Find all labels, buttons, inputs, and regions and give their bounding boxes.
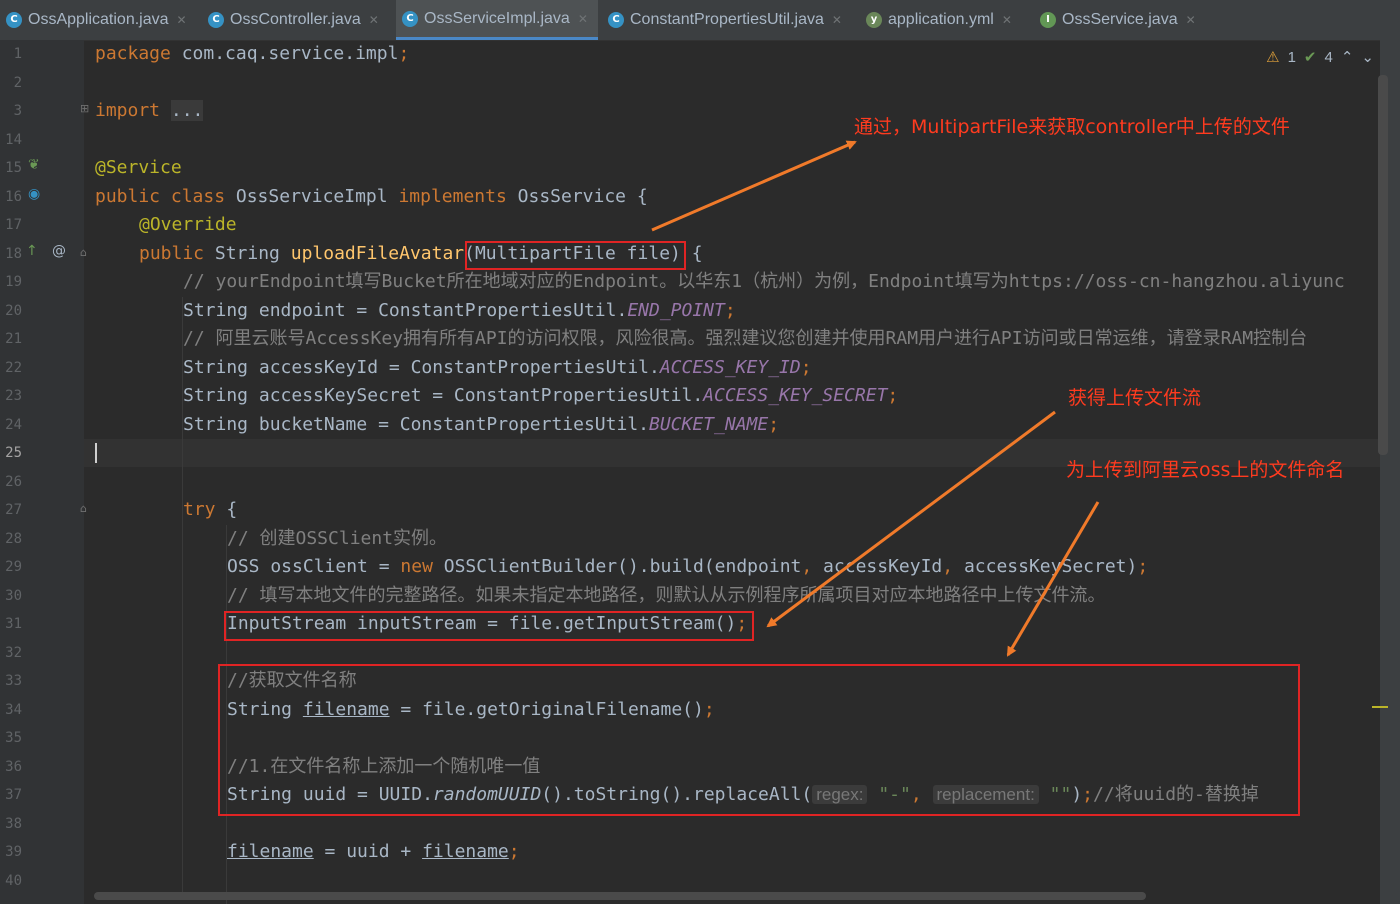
close-icon[interactable]: ✕: [1002, 13, 1012, 27]
line-number: 40: [5, 873, 22, 889]
line-number: 37: [5, 787, 22, 803]
tab-label: OssController.java: [230, 11, 361, 28]
check-count: 4: [1324, 48, 1333, 66]
line-number: 38: [5, 816, 22, 832]
warning-count: 1: [1287, 48, 1296, 66]
line-number: 21: [5, 331, 22, 347]
tab-label: OssApplication.java: [28, 11, 169, 28]
spring-bean-icon[interactable]: ❦: [28, 157, 40, 173]
line-number: 29: [5, 559, 22, 575]
line-number: 3: [13, 103, 22, 119]
code-line: package com.caq.service.impl;: [95, 43, 410, 64]
line-number: 30: [5, 588, 22, 604]
close-icon[interactable]: ✕: [177, 13, 187, 27]
close-icon[interactable]: ✕: [832, 13, 842, 27]
code-line: public class OssServiceImpl implements O…: [95, 186, 648, 207]
class-icon: C: [608, 12, 624, 28]
line-number: 24: [5, 417, 22, 433]
line-number-gutter: 1 2 3 14 15 16 17 18 19 20 21 22 23 24 2…: [0, 40, 89, 904]
interface-icon: I: [1040, 12, 1056, 28]
line-number: 25: [5, 445, 22, 461]
vertical-scrollbar[interactable]: [1378, 75, 1388, 455]
line-number: 32: [5, 645, 22, 661]
class-icon: C: [402, 10, 418, 27]
line-number: 18: [5, 246, 22, 262]
code-line: // 创建OSSClient实例。: [227, 528, 448, 549]
override-marker-icon[interactable]: @: [52, 243, 66, 259]
line-number: 2: [13, 75, 22, 91]
code-line: // 填写本地文件的完整路径。如果未指定本地路径，则默认从示例程序所属项目对应本…: [227, 585, 1106, 606]
line-number: 31: [5, 616, 22, 632]
code-line: // yourEndpoint填写Bucket所在地域对应的Endpoint。以…: [183, 271, 1345, 292]
tab-oss-application[interactable]: C OssApplication.java ✕: [0, 0, 198, 40]
tab-label: OssService.java: [1062, 11, 1178, 28]
tab-constant-properties-util[interactable]: C ConstantPropertiesUtil.java ✕: [602, 0, 856, 40]
close-icon[interactable]: ✕: [1186, 13, 1196, 27]
line-number: 23: [5, 388, 22, 404]
line-number: 36: [5, 759, 22, 775]
line-number: 1: [13, 46, 22, 62]
line-number: 14: [5, 132, 22, 148]
annotation-note-filename: 为上传到阿里云oss上的文件命名: [1066, 459, 1345, 481]
line-number: 28: [5, 531, 22, 547]
highlight-box-inputstream: [224, 611, 754, 641]
code-line: import ...: [95, 100, 204, 121]
horizontal-scrollbar[interactable]: [94, 892, 1146, 900]
line-number: 39: [5, 844, 22, 860]
code-line: // 阿里云账号AccessKey拥有所有API的访问权限，风险很高。强烈建议您…: [183, 328, 1308, 349]
highlight-box-filename: [218, 664, 1300, 816]
line-number: 33: [5, 673, 22, 689]
line-number: 19: [5, 274, 22, 290]
close-icon[interactable]: ✕: [369, 13, 379, 27]
annotation-note-stream: 获得上传文件流: [1068, 387, 1202, 409]
tab-application-yml[interactable]: y application.yml ✕: [860, 0, 1032, 40]
folded-imports[interactable]: ...: [170, 100, 204, 121]
tab-oss-controller[interactable]: C OssController.java ✕: [202, 0, 394, 40]
line-number: 16: [5, 189, 22, 205]
code-line: String accessKeyId = ConstantPropertiesU…: [183, 357, 812, 378]
line-number: 20: [5, 303, 22, 319]
line-number: 35: [5, 730, 22, 746]
line-number: 17: [5, 217, 22, 233]
tab-label: ConstantPropertiesUtil.java: [630, 11, 824, 28]
code-line: @Override: [139, 214, 237, 235]
error-stripe-marker[interactable]: [1372, 706, 1388, 708]
editor-tab-bar: C OssApplication.java ✕ C OssController.…: [0, 0, 1400, 41]
line-number: 15: [5, 160, 22, 176]
tab-label: OssServiceImpl.java: [424, 9, 570, 27]
line-number: 34: [5, 702, 22, 718]
annotation-note-multipart: 通过，MultipartFile来获取controller中上传的文件: [854, 116, 1290, 138]
text-caret: [95, 443, 97, 463]
code-line: @Service: [95, 157, 182, 178]
spring-bean-icon[interactable]: ◉: [28, 186, 40, 202]
chevron-down-icon[interactable]: ⌄: [1361, 48, 1374, 66]
tab-label: application.yml: [888, 11, 994, 28]
check-icon: ✔: [1303, 49, 1317, 66]
implements-icon[interactable]: ↑: [26, 243, 38, 259]
tab-oss-service[interactable]: I OssService.java ✕: [1034, 0, 1204, 40]
highlight-box-param: [465, 241, 686, 270]
line-number: 27: [5, 502, 22, 518]
spring-class-icon: C: [6, 12, 22, 28]
line-number: 22: [5, 360, 22, 376]
code-line: OSS ossClient = new OSSClientBuilder().b…: [227, 556, 1149, 577]
code-line: String endpoint = ConstantPropertiesUtil…: [183, 300, 736, 321]
code-line: filename = uuid + filename;: [227, 841, 520, 862]
code-line: String accessKeySecret = ConstantPropert…: [183, 385, 899, 406]
close-icon[interactable]: ✕: [578, 12, 588, 26]
class-icon: C: [208, 12, 224, 28]
inspection-widget[interactable]: ⚠ 1 ✔ 4 ⌃ ⌄: [1266, 48, 1374, 67]
line-number: 26: [5, 474, 22, 490]
code-line: String bucketName = ConstantPropertiesUt…: [183, 414, 780, 435]
code-line: try {: [183, 499, 238, 520]
chevron-up-icon[interactable]: ⌃: [1341, 48, 1354, 66]
yaml-icon: y: [866, 12, 882, 28]
tab-oss-service-impl[interactable]: C OssServiceImpl.java ✕: [396, 0, 598, 40]
warning-icon: ⚠: [1266, 49, 1280, 66]
